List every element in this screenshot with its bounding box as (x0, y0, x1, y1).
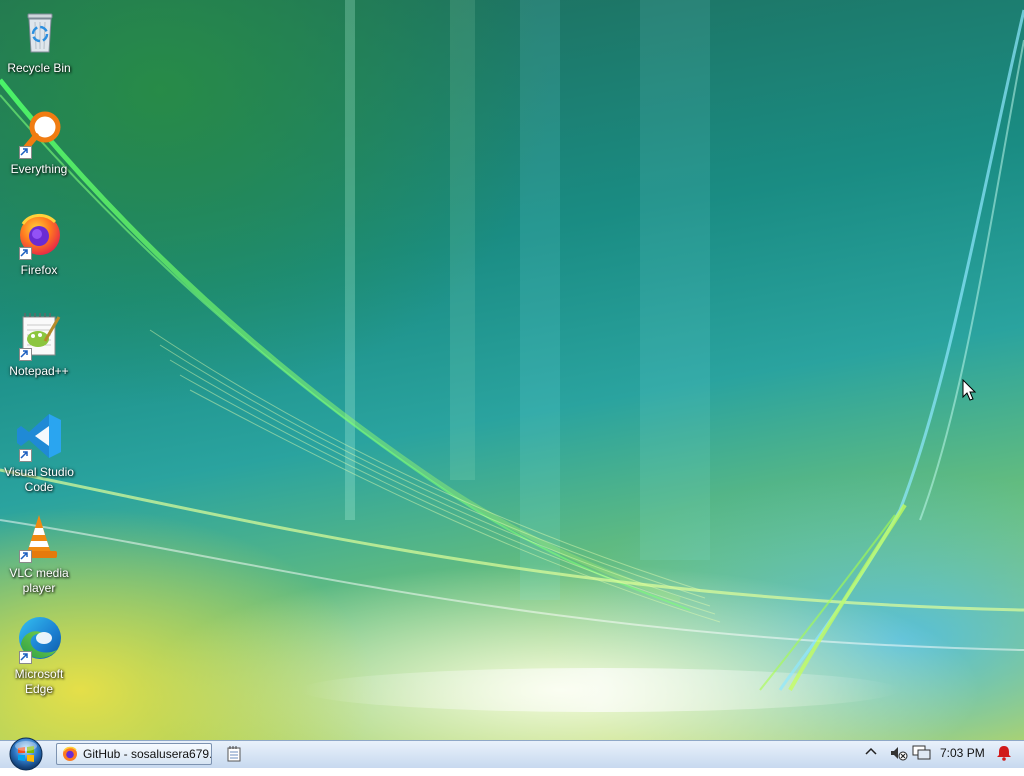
desktop-icon-edge[interactable]: Microsoft Edge (2, 614, 76, 697)
shortcut-arrow-icon (19, 348, 32, 361)
desktop-icon-notepad-plus-plus[interactable]: Notepad++ (2, 311, 76, 379)
recycle-bin-icon (27, 13, 53, 53)
desktop-icon-label: Notepad++ (9, 364, 69, 378)
desktop-icon-vlc[interactable]: VLC media player (2, 513, 76, 596)
desktop-icon-firefox[interactable]: Firefox (2, 210, 76, 278)
desktop-icon-label: Firefox (20, 263, 58, 277)
taskbar-button-firefox[interactable]: GitHub - sosalusera679... (56, 743, 212, 765)
windows-start-orb-icon (9, 737, 43, 771)
desktop-icon-label: Everything (10, 162, 68, 176)
start-button[interactable] (6, 737, 46, 771)
shortcut-arrow-icon (19, 550, 32, 563)
taskbar-button-notepad[interactable] (222, 743, 246, 765)
show-hidden-icons-chevron-icon[interactable] (864, 745, 878, 759)
notepad-icon (227, 746, 241, 762)
desktop[interactable]: Recycle Bin Everything Firefox Notepad++… (0, 0, 1024, 740)
wallpaper (0, 0, 1024, 712)
desktop-icon-vscode[interactable]: Visual Studio Code (2, 412, 76, 495)
shortcut-arrow-icon (19, 449, 32, 462)
desktop-icon-recycle-bin[interactable]: Recycle Bin (2, 8, 76, 76)
shortcut-arrow-icon (19, 651, 32, 664)
shortcut-arrow-icon (19, 146, 32, 159)
taskbar: GitHub - sosalusera679... 7:03 PM (0, 737, 1024, 771)
desktop-icon-label: Visual Studio Code (4, 465, 74, 494)
firefox-icon (63, 746, 77, 761)
taskbar-button-label: GitHub - sosalusera679... (83, 747, 211, 761)
clock[interactable]: 7:03 PM (940, 746, 985, 760)
desktop-icon-everything[interactable]: Everything (2, 109, 76, 177)
notification-bell-icon[interactable] (996, 745, 1012, 761)
sound-muted-icon[interactable] (890, 745, 908, 761)
desktop-icon-label: VLC media player (9, 566, 69, 595)
shortcut-arrow-icon (19, 247, 32, 260)
network-icon[interactable] (912, 745, 932, 761)
desktop-icon-label: Microsoft Edge (14, 667, 64, 696)
desktop-icon-label: Recycle Bin (7, 61, 71, 75)
mouse-pointer-icon (962, 379, 977, 401)
